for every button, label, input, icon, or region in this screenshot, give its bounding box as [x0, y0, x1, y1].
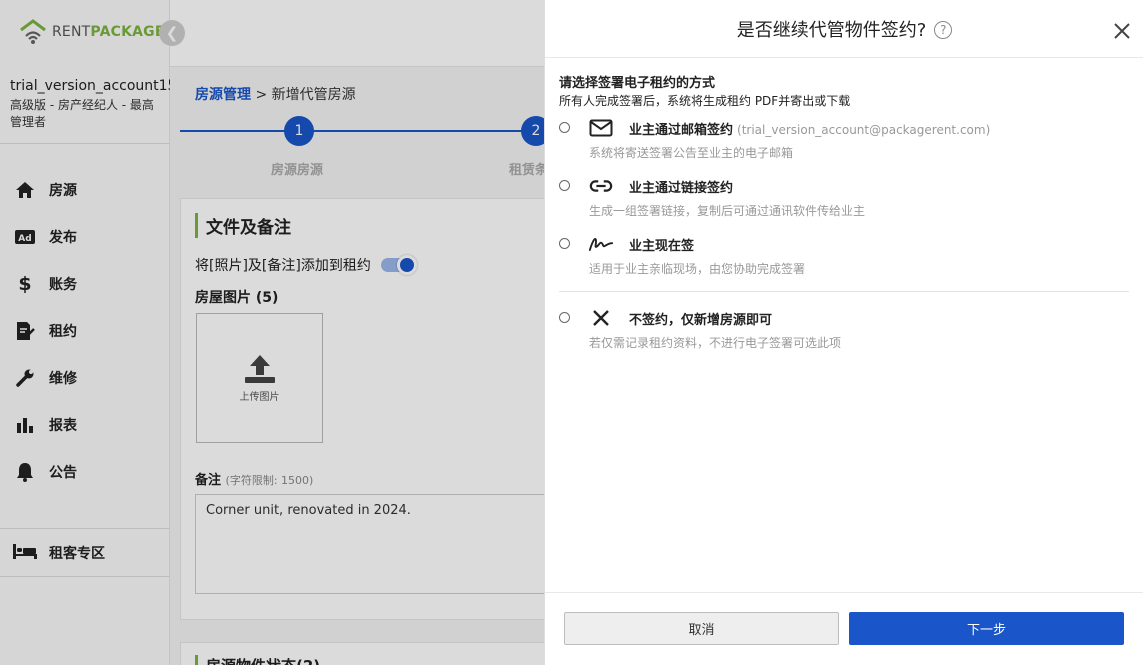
option-label: 不签约，仅新增房源即可 — [629, 313, 773, 328]
option-radio[interactable] — [559, 238, 570, 249]
option-description: 系统将寄送签署公告至业主的电子邮箱 — [589, 146, 794, 160]
cancel-button[interactable]: 取消 — [564, 612, 839, 645]
dialog-footer-divider — [545, 592, 1143, 593]
option-label: 业主通过链接签约 — [629, 181, 734, 196]
envelope-icon — [589, 118, 613, 138]
x-icon — [589, 308, 613, 328]
option-label: 业主现在签 — [629, 239, 695, 254]
option-description: 若仅需记录租约资料，不进行电子签署可选此项 — [589, 336, 842, 350]
option-label: 业主通过邮箱签约 (trial_version_account@packagere… — [629, 123, 991, 138]
signature-icon — [589, 234, 613, 254]
dialog-title: 是否继续代管物件签约?? — [545, 16, 1143, 42]
next-step-button[interactable]: 下一步 — [849, 612, 1124, 645]
option-radio[interactable] — [559, 180, 570, 191]
section-title: 请选择签署电子租约的方式 — [559, 76, 716, 91]
owner-email: (trial_version_account@packagerent.com) — [737, 123, 991, 137]
section-subtitle: 所有人完成签署后，系统将生成租约 PDF并寄出或下载 — [559, 94, 851, 108]
link-icon — [589, 176, 613, 196]
option-radio[interactable] — [559, 312, 570, 323]
option-description: 适用于业主亲临现场，由您协助完成签署 — [589, 262, 806, 276]
signing-method-dialog: 是否继续代管物件签约?? 请选择签署电子租约的方式 所有人完成签署后，系统将生成… — [544, 0, 1143, 665]
options-divider — [559, 291, 1129, 292]
dialog-header-divider — [545, 57, 1143, 58]
option-description: 生成一组签署链接，复制后可通过通讯软件传给业主 — [589, 204, 866, 218]
close-icon[interactable] — [1111, 20, 1133, 42]
option-radio[interactable] — [559, 122, 570, 133]
help-icon[interactable]: ? — [934, 21, 953, 39]
